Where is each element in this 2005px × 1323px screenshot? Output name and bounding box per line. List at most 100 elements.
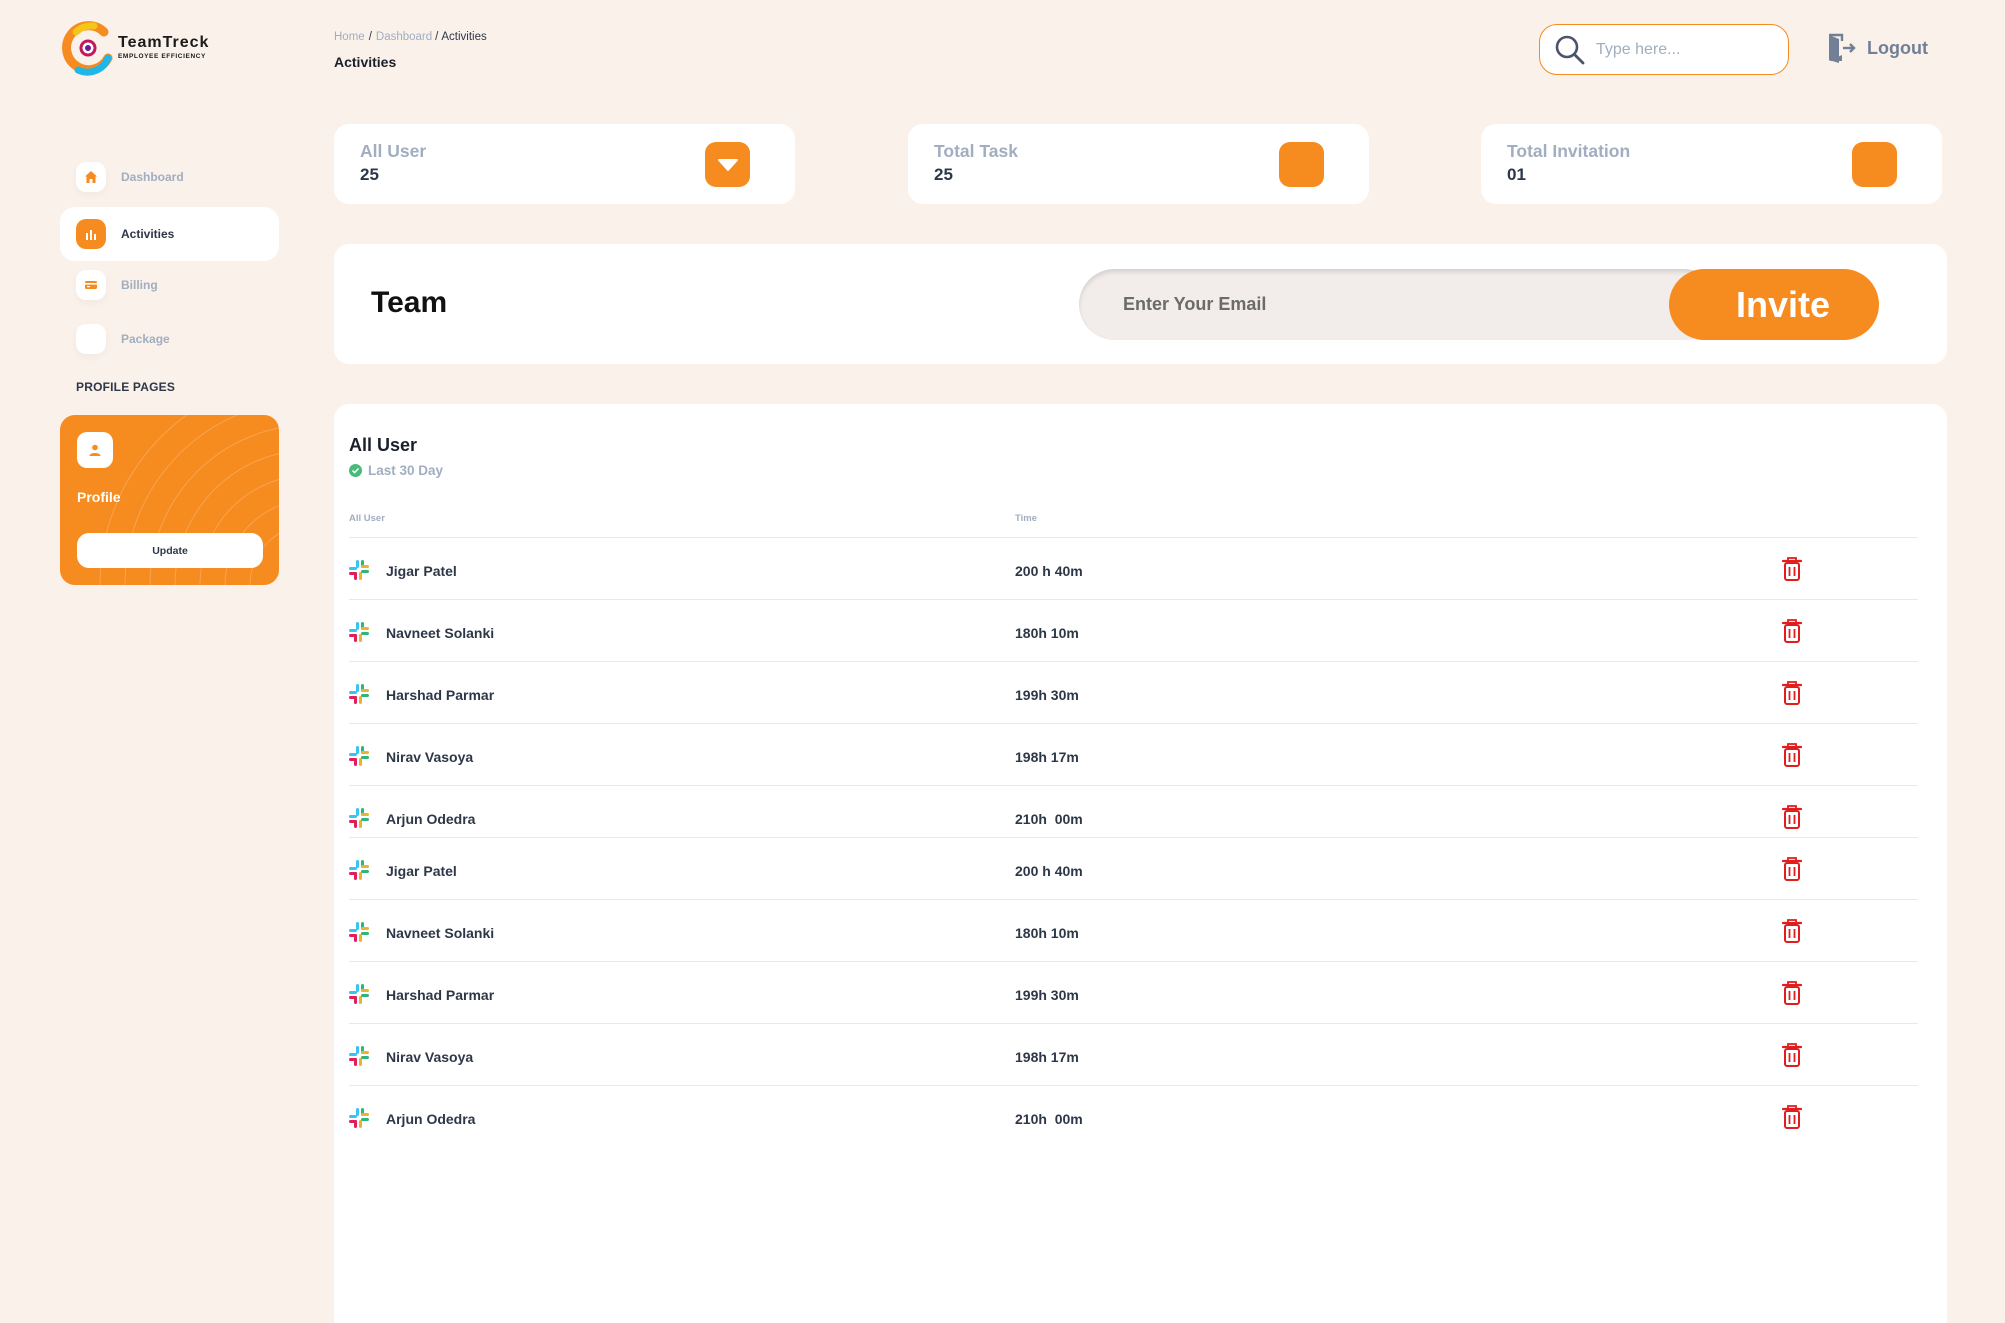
stat-label: Total Task	[934, 141, 1018, 161]
column-header-user: All User	[349, 513, 385, 524]
slack-icon	[349, 984, 369, 1004]
user-icon	[77, 432, 113, 468]
stat-card-total-task: Total Task 25	[908, 124, 1369, 204]
search-input[interactable]	[1596, 40, 1776, 59]
breadcrumb-home[interactable]: Home	[334, 31, 365, 43]
user-name: Harshad Parmar	[386, 987, 495, 1003]
update-profile-button[interactable]: Update	[77, 533, 263, 568]
slack-icon	[349, 922, 369, 942]
user-time: 199h 30m	[1015, 987, 1079, 1003]
home-icon	[76, 162, 106, 192]
trash-icon[interactable]	[1782, 805, 1802, 830]
trash-icon[interactable]	[1782, 919, 1802, 944]
sidebar-item-label: Dashboard	[121, 170, 184, 184]
teamtreck-logo-icon	[62, 21, 113, 76]
stat-icon	[1852, 142, 1897, 187]
stat-value: 25	[360, 165, 379, 184]
breadcrumb-current: Activities	[441, 31, 487, 43]
sidebar-item-package[interactable]: Package	[60, 312, 279, 366]
sidebar-item-activities[interactable]: Activities	[60, 207, 279, 261]
brand-name: TeamTreck	[118, 34, 210, 52]
trash-icon[interactable]	[1782, 981, 1802, 1006]
sidebar-item-label: Package	[121, 332, 170, 346]
row-divider	[349, 837, 1918, 838]
section-title-profile-pages: PROFILE PAGES	[76, 380, 176, 394]
table-row: Harshad Parmar 199h 30m	[349, 961, 1918, 1023]
team-title: Team	[371, 286, 448, 319]
bar-chart-icon	[76, 219, 106, 249]
table-row: Navneet Solanki 180h 10m	[349, 899, 1918, 961]
brand-logo[interactable]: TeamTreck EMPLOYEE EFFICIENCY	[60, 20, 209, 76]
sidebar-item-billing[interactable]: Billing	[60, 258, 279, 312]
user-name: Harshad Parmar	[386, 687, 495, 703]
logout-button[interactable]: Logout	[1826, 32, 1928, 64]
slack-icon	[349, 860, 369, 880]
brand-tagline: EMPLOYEE EFFICIENCY	[118, 53, 206, 61]
user-name: Nirav Vasoya	[386, 749, 474, 765]
user-name: Nirav Vasoya	[386, 1049, 474, 1065]
credit-card-icon	[76, 270, 106, 300]
trash-icon[interactable]	[1782, 743, 1802, 768]
search-icon	[1555, 35, 1585, 64]
stat-value: 25	[934, 165, 953, 184]
user-name: Arjun Odedra	[386, 811, 476, 827]
check-circle-icon	[349, 464, 362, 477]
stat-label: Total Invitation	[1507, 141, 1631, 161]
slack-icon	[349, 560, 369, 580]
sidebar-item-label: Activities	[121, 227, 175, 241]
breadcrumb-separator: /	[368, 31, 372, 43]
search-box[interactable]	[1539, 24, 1789, 75]
users-table-title: All User	[349, 435, 418, 455]
user-time: 210h 00m	[1015, 1111, 1083, 1127]
user-time: 180h 10m	[1015, 925, 1079, 941]
breadcrumb-dashboard[interactable]: Dashboard	[376, 31, 432, 43]
trash-icon[interactable]	[1782, 619, 1802, 644]
table-row: Arjun Odedra 210h 00m	[349, 1085, 1918, 1147]
sidebar-item-label: Billing	[121, 278, 158, 292]
user-name: Jigar Patel	[386, 563, 457, 579]
package-icon	[76, 324, 106, 354]
logout-label: Logout	[1867, 37, 1928, 58]
user-time: 198h 17m	[1015, 749, 1079, 765]
trash-icon[interactable]	[1782, 681, 1802, 706]
profile-label: Profile	[77, 489, 121, 505]
slack-icon	[349, 746, 369, 766]
row-divider	[349, 1085, 1918, 1086]
user-name: Navneet Solanki	[386, 625, 495, 641]
stat-card-total-invitation: Total Invitation 01	[1481, 124, 1942, 204]
invite-button[interactable]: Invite	[1669, 269, 1879, 340]
slack-icon	[349, 622, 369, 642]
team-invite-card: Team Invite	[334, 244, 1947, 364]
column-header-time: Time	[1015, 513, 1038, 524]
user-time: 200 h 40m	[1015, 563, 1083, 579]
sidebar-item-dashboard[interactable]: Dashboard	[60, 150, 279, 204]
users-table-card: All User Last 30 Day All User Time Jigar…	[334, 404, 1947, 1323]
email-field[interactable]	[1079, 269, 1719, 340]
trash-icon[interactable]	[1782, 557, 1802, 582]
user-time: 200 h 40m	[1015, 863, 1083, 879]
table-row: Harshad Parmar 199h 30m	[349, 661, 1918, 723]
profile-card: Profile Update	[60, 415, 279, 585]
stat-dropdown-button[interactable]	[705, 142, 750, 187]
slack-icon	[349, 1046, 369, 1066]
table-row: Nirav Vasoya 198h 17m	[349, 1023, 1918, 1085]
users-subtitle-text: Last 30 Day	[368, 463, 444, 478]
trash-icon[interactable]	[1782, 1043, 1802, 1068]
user-time: 199h 30m	[1015, 687, 1079, 703]
table-row: Navneet Solanki 180h 10m	[349, 599, 1918, 661]
slack-icon	[349, 808, 369, 828]
slack-icon	[349, 684, 369, 704]
table-row: Jigar Patel 200 h 40m	[349, 838, 1918, 900]
user-time: 180h 10m	[1015, 625, 1079, 641]
breadcrumb-separator: /	[435, 31, 439, 43]
table-row: Jigar Patel 200 h 40m	[349, 537, 1918, 599]
user-time: 198h 17m	[1015, 1049, 1079, 1065]
page-title: Activities	[334, 54, 397, 70]
user-name: Navneet Solanki	[386, 925, 495, 941]
logout-icon	[1829, 33, 1856, 63]
slack-icon	[349, 1108, 369, 1128]
trash-icon[interactable]	[1782, 1105, 1802, 1130]
trash-icon[interactable]	[1782, 857, 1802, 882]
user-time: 210h 00m	[1015, 811, 1083, 827]
invite-form: Invite	[1079, 269, 1879, 340]
